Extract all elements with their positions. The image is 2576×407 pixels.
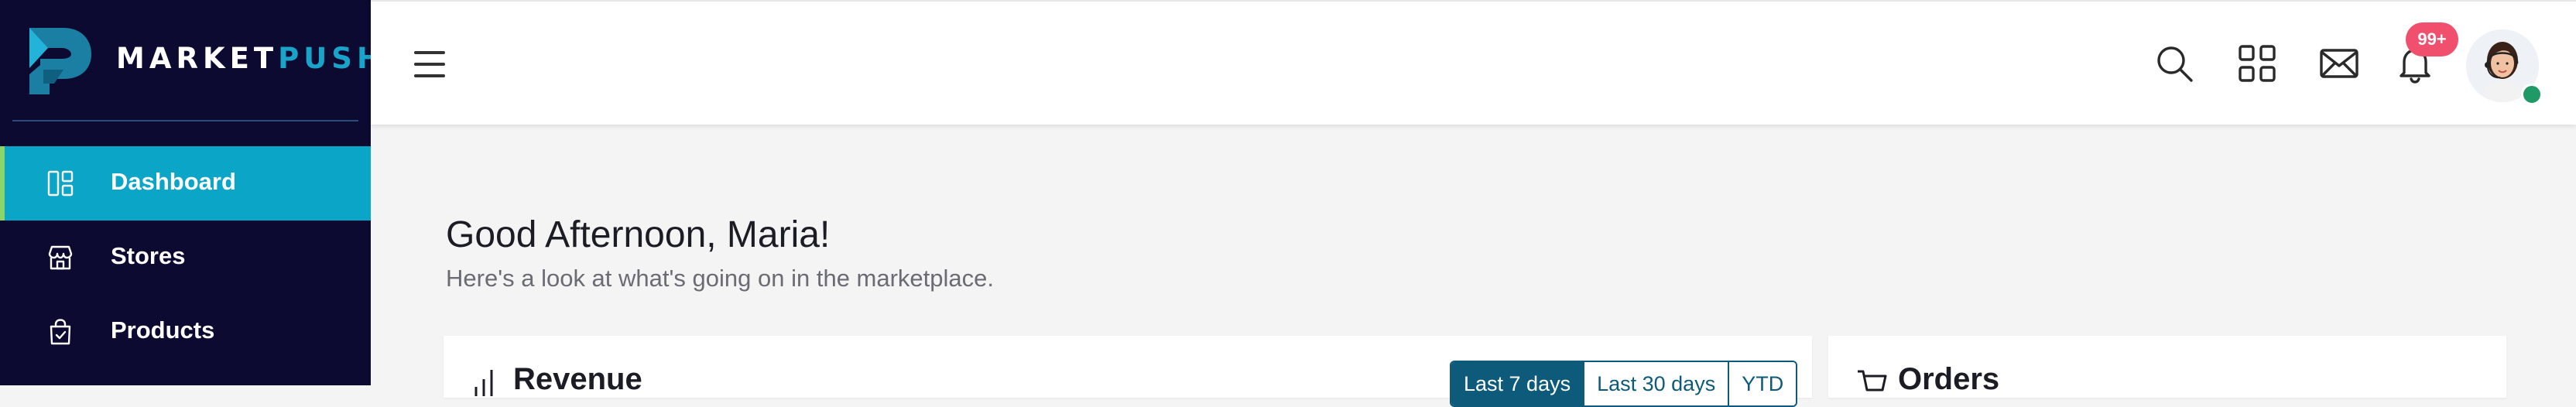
range-ytd-button[interactable]: YTD [1728, 362, 1797, 405]
orders-card-title: Orders [1898, 362, 2000, 396]
cart-icon [1858, 370, 1887, 392]
sidebar-item-stores[interactable]: Stores [0, 221, 371, 295]
page-subtitle: Here's a look at what's going on in the … [446, 265, 995, 292]
sidebar-item-label: Dashboard [111, 168, 236, 195]
dashboard-icon [47, 170, 74, 197]
range-last-7-days-button[interactable]: Last 7 days [1451, 362, 1584, 405]
revenue-card: Revenue Last 7 days Last 30 days YTD [444, 336, 1812, 407]
store-icon [48, 245, 73, 270]
mail-icon[interactable] [2319, 43, 2359, 84]
sidebar: MARKETPUSH Dashboard Stores Products [0, 0, 381, 385]
notification-badge: 99+ [2406, 22, 2458, 56]
brand[interactable]: MARKETPUSH [0, 0, 381, 121]
marketpush-logo-icon [29, 28, 91, 94]
sidebar-item-products[interactable]: Products [0, 295, 371, 369]
sidebar-nav: Dashboard Stores Products [0, 146, 371, 369]
online-status-indicator [2521, 84, 2543, 105]
date-range-selector: Last 7 days Last 30 days YTD [1450, 361, 1798, 407]
menu-icon[interactable] [414, 51, 445, 77]
brand-name: MARKETPUSH [116, 42, 385, 75]
sidebar-divider [12, 120, 358, 121]
apps-grid-icon[interactable] [2237, 43, 2277, 84]
revenue-card-title: Revenue [513, 362, 642, 396]
bar-chart-icon [474, 370, 493, 396]
sidebar-item-dashboard[interactable]: Dashboard [0, 146, 371, 221]
search-icon[interactable] [2154, 43, 2194, 84]
sidebar-item-label: Stores [111, 242, 186, 269]
bag-icon [50, 319, 71, 345]
orders-card: Orders [1828, 336, 2506, 398]
range-last-30-days-button[interactable]: Last 30 days [1583, 362, 1728, 405]
page-title: Good Afternoon, Maria! [446, 214, 831, 255]
sidebar-item-label: Products [111, 316, 215, 344]
